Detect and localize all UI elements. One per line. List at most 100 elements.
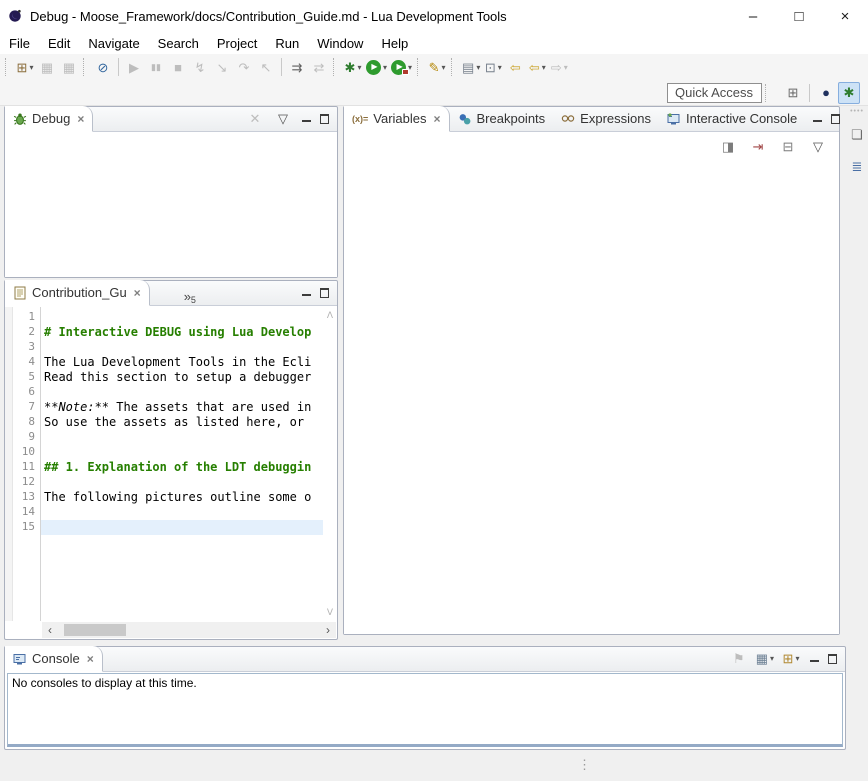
editor-vertical-scrollbar[interactable]: ᐱ ᐯ (323, 307, 337, 621)
resume-icon[interactable]: ▶ (123, 56, 145, 78)
menu-edit[interactable]: Edit (39, 34, 79, 53)
run-icon[interactable]: ▶▾ (364, 56, 389, 78)
show-logical-structures-icon[interactable]: ⇥ (747, 135, 769, 157)
save-all-icon[interactable]: ▦ (58, 56, 80, 78)
scroll-up-icon[interactable]: ᐱ (327, 310, 333, 321)
tab-debug[interactable]: Debug × (5, 106, 93, 132)
window-minimize-button[interactable]: – (730, 0, 776, 32)
run-coverage-icon[interactable]: ▶▾ (389, 56, 414, 78)
editor-line[interactable] (41, 340, 323, 355)
debug-icon[interactable]: ✱▾ (342, 56, 364, 78)
editor-line[interactable]: ## 1. Explanation of the LDT debuggin (41, 460, 323, 475)
view-menu-icon[interactable]: ▽ (807, 135, 829, 157)
statusbar-drag-handle[interactable]: ⋮ (578, 757, 591, 773)
editor-line[interactable]: **Note:** The assets that are used in (41, 400, 323, 415)
menu-search[interactable]: Search (149, 34, 208, 53)
scroll-left-icon[interactable]: ‹ (42, 623, 58, 637)
minimize-view-button[interactable] (301, 288, 312, 298)
suspend-icon[interactable]: ▮▮ (145, 56, 167, 78)
tab-breakpoints[interactable]: Breakpoints (450, 106, 554, 131)
show-details-icon[interactable]: ◨ (717, 135, 739, 157)
tab-close-icon[interactable]: × (87, 652, 94, 666)
editor-line[interactable] (41, 385, 323, 400)
editor-line[interactable]: The Lua Development Tools in the Ecli (41, 355, 323, 370)
maximize-view-button[interactable] (830, 114, 841, 124)
debug-perspective-icon[interactable]: ✱ (838, 82, 860, 104)
open-perspective-icon[interactable]: ⊞ (782, 82, 804, 104)
pin-console-icon[interactable]: ⚑ (728, 648, 750, 670)
tab-console[interactable]: Console × (5, 646, 103, 672)
collapse-all-icon[interactable]: ⊟ (777, 135, 799, 157)
minimize-view-button[interactable] (812, 114, 823, 124)
editor-line[interactable] (41, 520, 323, 535)
editor-line[interactable] (41, 445, 323, 460)
editor-gutter[interactable]: 123456789101112131415 (13, 307, 41, 621)
quick-access-input[interactable]: Quick Access (667, 83, 762, 103)
window-maximize-button[interactable]: □ (776, 0, 822, 32)
new-wizard-dropdown[interactable]: ▾ (29, 63, 33, 72)
more-editors-chevron[interactable]: »5 (184, 289, 196, 305)
run-dropdown[interactable]: ▾ (383, 63, 387, 72)
editor-line[interactable] (41, 430, 323, 445)
editor-line[interactable]: The following pictures outline some o (41, 490, 323, 505)
tab-variables[interactable]: (x)= Variables × (344, 106, 450, 132)
menu-project[interactable]: Project (208, 34, 266, 53)
terminate-icon[interactable]: ■ (167, 56, 189, 78)
back-dropdown[interactable]: ▾ (542, 63, 546, 72)
menu-window[interactable]: Window (308, 34, 372, 53)
new-task-icon[interactable]: ▤▾ (460, 56, 482, 78)
editor-line[interactable]: # Interactive DEBUG using Lua Develop (41, 325, 323, 340)
maximize-view-button[interactable] (319, 114, 330, 124)
display-selected-console-icon[interactable]: ▦▾ (754, 648, 776, 670)
new-task-dropdown[interactable]: ▾ (476, 63, 480, 72)
menu-file[interactable]: File (0, 34, 39, 53)
maximize-view-button[interactable] (319, 288, 330, 298)
tab-interactive-console[interactable]: Interactive Console (659, 106, 805, 131)
scroll-down-icon[interactable]: ᐯ (327, 607, 333, 618)
editor-line[interactable] (41, 310, 323, 325)
step-over-icon[interactable]: ↷ (233, 56, 255, 78)
step-into-icon[interactable]: ↘ (211, 56, 233, 78)
editor-line[interactable]: Read this section to setup a debugger (41, 370, 323, 385)
minimize-view-button[interactable] (809, 654, 820, 664)
scroll-right-icon[interactable]: › (320, 623, 336, 637)
menu-help[interactable]: Help (372, 34, 417, 53)
open-console-dropdown[interactable]: ▾ (795, 654, 799, 663)
tab-close-icon[interactable]: × (77, 112, 84, 126)
editor-horizontal-scrollbar[interactable]: ‹ › (42, 622, 336, 638)
forward-dropdown[interactable]: ▾ (564, 63, 568, 72)
debug-dropdown[interactable]: ▾ (357, 63, 361, 72)
minimize-view-button[interactable] (301, 114, 312, 124)
annotation-ruler[interactable] (5, 307, 13, 621)
tab-close-icon[interactable]: × (134, 286, 141, 300)
open-element-icon[interactable]: ⊡▾ (482, 56, 504, 78)
menu-run[interactable]: Run (266, 34, 308, 53)
scrollbar-thumb[interactable] (64, 624, 126, 636)
editor-line[interactable] (41, 505, 323, 520)
open-element-dropdown[interactable]: ▾ (498, 63, 502, 72)
open-console-icon[interactable]: ⊞▾ (780, 648, 802, 670)
last-edit-location-icon[interactable]: ⇦ (504, 56, 526, 78)
editor-lines[interactable]: # Interactive DEBUG using Lua Develop The… (41, 307, 323, 621)
editor-line[interactable] (41, 475, 323, 490)
window-close-button[interactable]: × (822, 0, 868, 32)
trim-drag-handle[interactable]: •••• (850, 108, 864, 115)
restore-minimized-view-icon[interactable]: ❏ (846, 123, 868, 145)
forward-icon[interactable]: ⇨▾ (548, 56, 570, 78)
step-return-icon[interactable]: ↖ (255, 56, 277, 78)
external-tools-dropdown[interactable]: ▾ (441, 63, 445, 72)
save-icon[interactable]: ▦ (36, 56, 58, 78)
menu-navigate[interactable]: Navigate (79, 34, 148, 53)
tab-expressions[interactable]: Expressions (553, 106, 659, 131)
editor-line[interactable]: So use the assets as listed here, or (41, 415, 323, 430)
outline-view-icon[interactable]: ≣ (846, 155, 868, 177)
view-menu-icon[interactable]: ▽ (272, 108, 294, 130)
new-wizard-icon[interactable]: ⊞▾ (14, 56, 36, 78)
tab-contribution-guide[interactable]: Contribution_Gu × (5, 280, 150, 306)
back-icon[interactable]: ⇦▾ (526, 56, 548, 78)
display-selected-console-dropdown[interactable]: ▾ (770, 654, 774, 663)
maximize-view-button[interactable] (827, 654, 838, 664)
lua-perspective-icon[interactable]: ● (815, 82, 837, 104)
external-tools-icon[interactable]: ✎▾ (426, 56, 448, 78)
use-step-filters-icon[interactable]: ⇉ (286, 56, 308, 78)
